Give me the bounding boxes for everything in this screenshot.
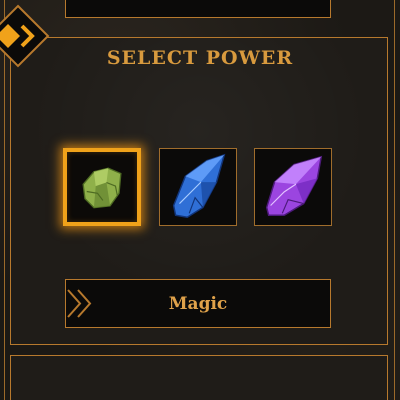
lower-panel-partial xyxy=(10,355,388,400)
selected-power-button[interactable]: Magic xyxy=(65,279,331,328)
power-slot-earth[interactable] xyxy=(63,148,141,226)
blue-crystal-icon xyxy=(172,153,226,218)
green-crystal-icon xyxy=(82,167,122,209)
power-select-screen: SELECT POWER Magic xyxy=(0,0,400,400)
power-slot-water[interactable] xyxy=(159,148,237,226)
power-slot-arcane[interactable] xyxy=(254,148,332,226)
previous-button-partial[interactable] xyxy=(65,0,331,18)
page-title: SELECT POWER xyxy=(106,47,294,69)
purple-crystal-icon xyxy=(265,155,323,216)
selected-power-label: Magic xyxy=(168,293,228,314)
